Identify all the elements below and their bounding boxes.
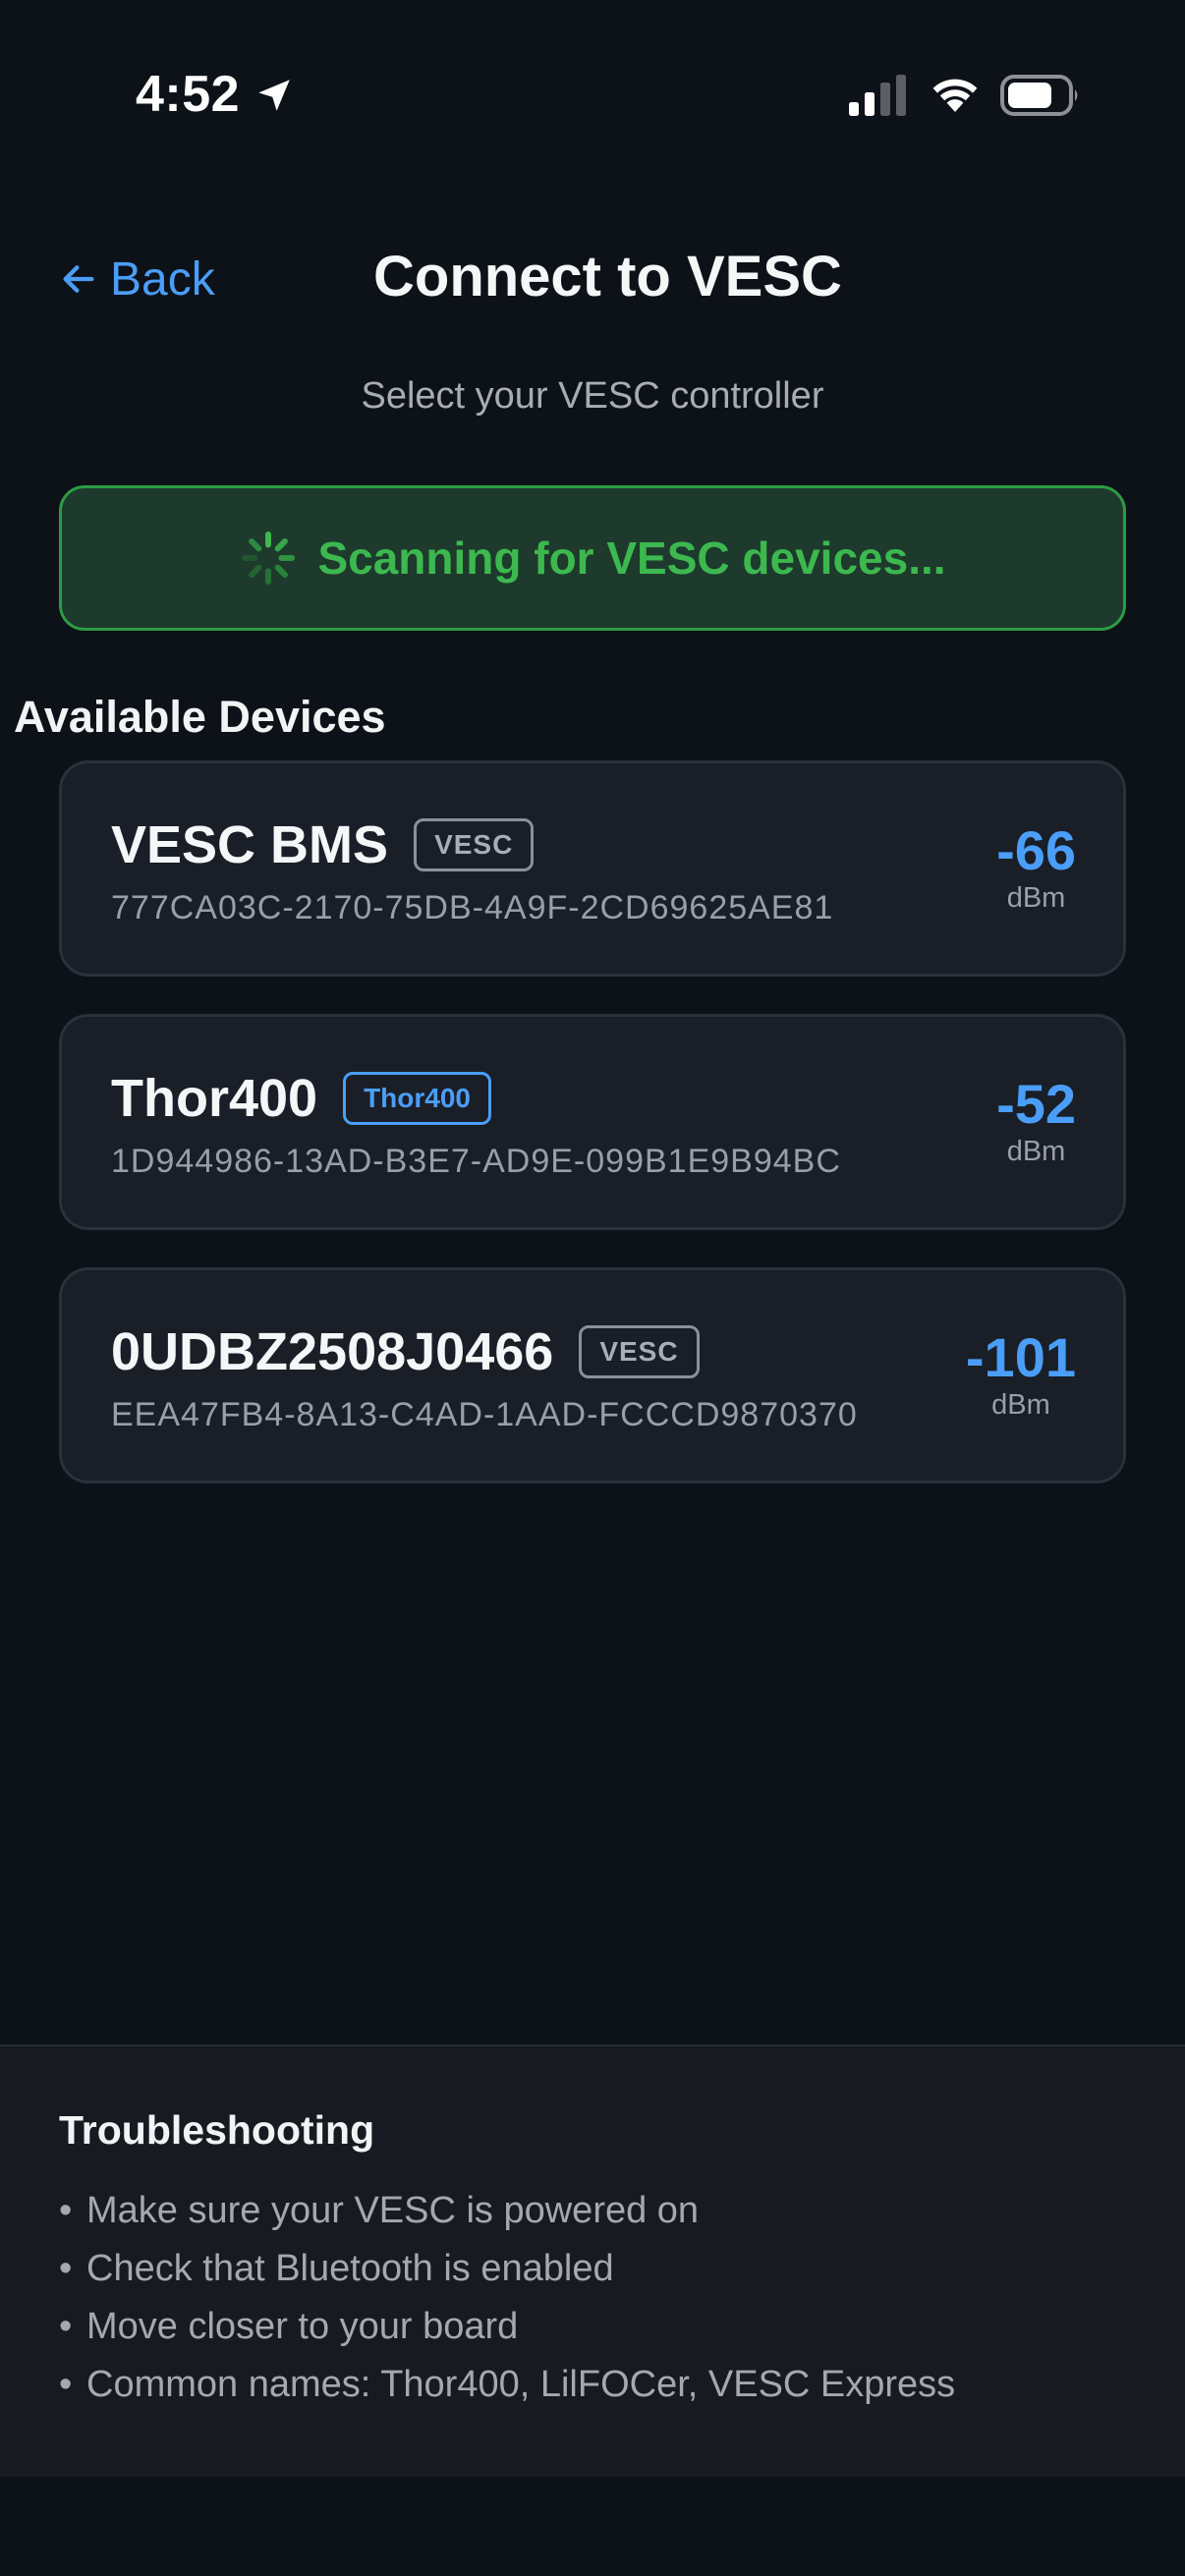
signal-strength: -101 dBm [966,1327,1076,1422]
signal-strength: -66 dBm [996,820,1076,915]
device-card-thor400[interactable]: Thor400 Thor400 1D944986-13AD-B3E7-AD9E-… [59,1014,1126,1230]
rssi-value: -66 [996,819,1076,881]
connect-screen: 4:52 Back Connect to VESC Select your VE… [0,0,1185,2576]
device-uuid: 777CA03C-2170-75DB-4A9F-2CD69625AE81 [111,889,834,926]
troubleshooting-panel: Troubleshooting • Make sure your VESC is… [0,2044,1185,2477]
rssi-value: -101 [965,1326,1076,1388]
troubleshooting-tip: Check that Bluetooth is enabled [86,2248,614,2289]
device-name-row: VESC BMS VESC [111,814,535,875]
troubleshooting-list: • Make sure your VESC is powered on • Ch… [59,2182,955,2414]
status-bar: 4:52 [0,0,1185,196]
page-subtitle: Select your VESC controller [361,375,824,417]
bullet: • [59,2190,73,2231]
device-type-badge: VESC [414,818,535,871]
device-type-badge: VESC [579,1325,700,1378]
bullet: • [59,2364,73,2405]
list-item: • Common names: Thor400, LilFOCer, VESC … [59,2356,955,2414]
scanning-text: Scanning for VESC devices... [317,532,946,584]
device-name: 0UDBZ2508J0466 [111,1322,554,1381]
scanning-banner: Scanning for VESC devices... [59,485,1126,631]
device-type-badge: Thor400 [343,1072,492,1125]
troubleshooting-tip: Move closer to your board [86,2306,519,2347]
device-name-row: Thor400 Thor400 [111,1068,492,1129]
available-devices-heading: Available Devices [14,692,386,742]
device-name: VESC BMS [111,815,389,874]
device-card-0udbz2508j0466[interactable]: 0UDBZ2508J0466 VESC EEA47FB4-8A13-C4AD-1… [59,1267,1126,1484]
bullet: • [59,2248,73,2289]
device-name: Thor400 [111,1069,318,1128]
rssi-unit: dBm [991,1389,1050,1421]
list-item: • Check that Bluetooth is enabled [59,2240,955,2298]
troubleshooting-heading: Troubleshooting [59,2107,375,2153]
rssi-value: -52 [996,1073,1076,1135]
page-title: Connect to VESC [373,245,842,308]
device-name-row: 0UDBZ2508J0466 VESC [111,1321,700,1382]
troubleshooting-tip: Common names: Thor400, LilFOCer, VESC Ex… [86,2364,956,2405]
list-item: • Make sure your VESC is powered on [59,2182,955,2240]
cellular-signal-icon [849,75,906,116]
status-time: 4:52 [136,66,241,123]
troubleshooting-tip: Make sure your VESC is powered on [86,2190,700,2231]
location-arrow-icon [258,80,290,111]
back-button[interactable]: Back [59,248,215,310]
signal-strength: -52 dBm [996,1074,1076,1168]
wifi-icon [932,79,978,112]
device-uuid: EEA47FB4-8A13-C4AD-1AAD-FCCCD9870370 [111,1396,858,1433]
rssi-unit: dBm [1006,1136,1066,1167]
device-card-vesc-bms[interactable]: VESC BMS VESC 777CA03C-2170-75DB-4A9F-2C… [59,760,1126,977]
rssi-unit: dBm [1006,882,1066,914]
device-uuid: 1D944986-13AD-B3E7-AD9E-099B1E9B94BC [111,1143,841,1180]
spinner-icon [242,532,296,585]
back-label: Back [110,252,215,306]
list-item: • Move closer to your board [59,2298,955,2356]
arrow-left-icon [63,265,94,293]
battery-icon [1000,75,1078,116]
bullet: • [59,2306,73,2347]
